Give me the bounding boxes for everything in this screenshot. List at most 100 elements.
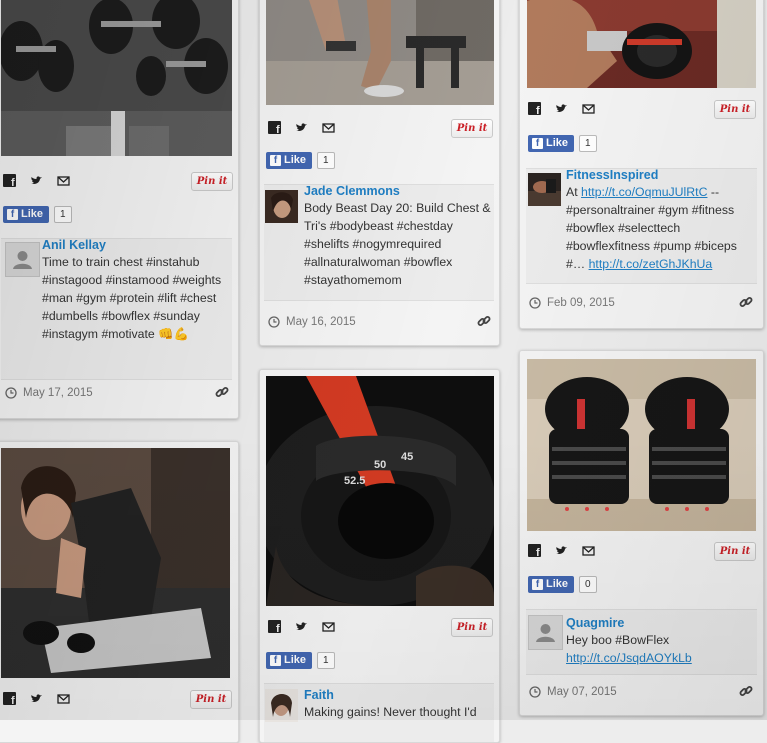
post-card-quagmire: f Pin it f Like 0 Quagmire Hey boo #BowFl… [519, 350, 764, 716]
post-content: Quagmire Hey boo #BowFlex http://t.co/Js… [526, 609, 757, 675]
post-text: At http://t.co/OqmuJUlRtC -- #personaltr… [566, 183, 756, 273]
post-card-fitness-inspired: f Pin it f Like 1 FitnessInspired At http… [519, 0, 764, 329]
pin-it-button[interactable]: Pin it [451, 119, 493, 138]
share-bar: f [3, 174, 70, 187]
permalink-icon[interactable] [476, 313, 492, 329]
post-link[interactable]: http://t.co/OqmuJUlRtC [581, 185, 707, 199]
twitter-share-icon[interactable] [555, 102, 568, 115]
permalink-icon[interactable] [738, 683, 754, 699]
post-author[interactable]: Jade Clemmons [304, 184, 400, 198]
svg-text:f: f [276, 124, 280, 134]
clock-icon [529, 297, 541, 309]
share-bar: f [268, 620, 335, 633]
date-text: May 17, 2015 [23, 387, 93, 399]
twitter-share-icon[interactable] [295, 121, 308, 134]
twitter-share-icon[interactable] [30, 692, 43, 705]
post-card-woman-bench: f Pin it f Like 1 Jade Clemmons Body Beas… [259, 0, 500, 346]
post-date: May 17, 2015 [5, 387, 93, 399]
share-bar: f [268, 121, 335, 134]
pin-it-button[interactable]: Pin it [190, 690, 232, 709]
post-card-weight-dial: 52.5 50 45 f Pin it f Like 1 Faith Making… [259, 369, 500, 743]
pin-it-button[interactable]: Pin it [714, 542, 756, 561]
avatar[interactable] [528, 173, 561, 206]
share-bar: f [528, 544, 595, 557]
post-author[interactable]: FitnessInspired [566, 168, 658, 182]
post-content: FitnessInspired At http://t.co/OqmuJUlRt… [526, 168, 757, 284]
email-share-icon[interactable] [322, 121, 335, 134]
dial-label: 52.5 [344, 475, 365, 487]
svg-text:f: f [11, 177, 15, 187]
pin-it-button[interactable]: Pin it [714, 100, 756, 119]
post-photo[interactable] [527, 359, 756, 531]
avatar[interactable] [265, 190, 298, 223]
email-share-icon[interactable] [582, 102, 595, 115]
pin-it-button[interactable]: Pin it [191, 172, 233, 191]
avatar[interactable] [5, 242, 40, 277]
email-share-icon[interactable] [57, 174, 70, 187]
date-text: May 16, 2015 [286, 316, 356, 328]
like-label: Like [546, 137, 569, 149]
permalink-icon[interactable] [214, 384, 230, 400]
post-photo[interactable] [266, 0, 494, 105]
share-bar: f [528, 102, 595, 115]
post-photo[interactable] [1, 448, 230, 678]
post-author[interactable]: Faith [304, 688, 334, 702]
dial-label: 45 [401, 451, 413, 463]
facebook-icon: f [532, 579, 543, 590]
email-share-icon[interactable] [582, 544, 595, 557]
facebook-share-icon[interactable]: f [3, 692, 16, 705]
post-emoji: 👊💪 [158, 327, 189, 341]
pin-it-button[interactable]: Pin it [451, 618, 493, 637]
post-text-prefix: At [566, 185, 578, 199]
post-content: Faith Making gains! Never thought I'd [264, 683, 494, 742]
like-label: Like [284, 154, 307, 166]
date-text: May 07, 2015 [547, 686, 617, 698]
post-date: May 16, 2015 [268, 316, 356, 328]
clock-icon [268, 316, 280, 328]
facebook-share-icon[interactable]: f [268, 121, 281, 134]
clock-icon [5, 387, 17, 399]
post-text-body: Time to train chest #instahub #instagood… [42, 255, 222, 341]
like-button[interactable]: f Like [266, 152, 313, 169]
post-text: Hey boo #BowFlex http://t.co/JsqdAOYkLb [566, 631, 756, 667]
post-text: Time to train chest #instahub #instagood… [42, 253, 232, 343]
avatar[interactable] [528, 615, 563, 650]
like-button[interactable]: f Like [3, 206, 50, 223]
facebook-like: f Like 0 [528, 576, 597, 593]
post-date: Feb 09, 2015 [529, 297, 615, 309]
like-button[interactable]: f Like [528, 576, 575, 593]
like-count: 1 [579, 135, 597, 152]
post-card-selfie: f Pin it [0, 441, 239, 743]
permalink-icon[interactable] [738, 294, 754, 310]
like-button[interactable]: f Like [528, 135, 575, 152]
like-label: Like [546, 578, 569, 590]
post-photo[interactable] [527, 0, 756, 88]
svg-text:f: f [276, 623, 280, 633]
facebook-like: f Like 1 [528, 135, 597, 152]
like-count: 0 [579, 576, 597, 593]
post-author[interactable]: Anil Kellay [42, 238, 106, 252]
post-photo[interactable]: 52.5 50 45 [266, 376, 494, 606]
avatar[interactable] [265, 689, 298, 722]
like-button[interactable]: f Like [266, 652, 313, 669]
facebook-icon: f [7, 209, 18, 220]
facebook-icon: f [532, 138, 543, 149]
twitter-share-icon[interactable] [295, 620, 308, 633]
post-link[interactable]: http://t.co/zetGhJKhUa [589, 257, 713, 271]
facebook-share-icon[interactable]: f [3, 174, 16, 187]
email-share-icon[interactable] [57, 692, 70, 705]
post-text: Making gains! Never thought I'd [304, 705, 477, 719]
post-text-body: Hey boo #BowFlex [566, 633, 670, 647]
facebook-share-icon[interactable]: f [528, 544, 541, 557]
facebook-share-icon[interactable]: f [268, 620, 281, 633]
share-bar: f [3, 692, 70, 705]
post-content: Anil Kellay Time to train chest #instahu… [1, 238, 232, 380]
post-author[interactable]: Quagmire [566, 616, 624, 630]
twitter-share-icon[interactable] [30, 174, 43, 187]
post-photo[interactable] [1, 0, 232, 156]
twitter-share-icon[interactable] [555, 544, 568, 557]
email-share-icon[interactable] [322, 620, 335, 633]
like-count: 1 [54, 206, 72, 223]
post-link[interactable]: http://t.co/JsqdAOYkLb [566, 651, 692, 665]
facebook-share-icon[interactable]: f [528, 102, 541, 115]
